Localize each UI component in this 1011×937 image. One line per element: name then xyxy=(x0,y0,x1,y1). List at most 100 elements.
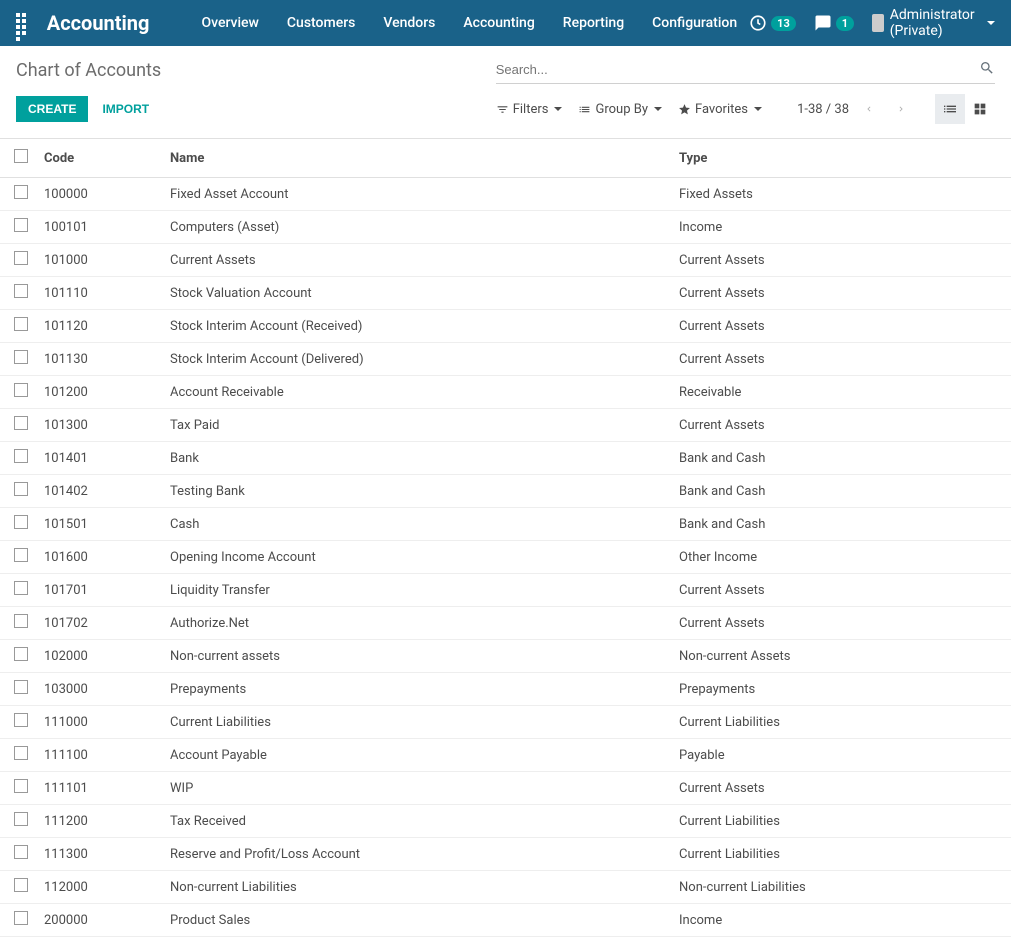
nav-reporting[interactable]: Reporting xyxy=(551,9,636,37)
cell-type: Current Assets xyxy=(671,244,1011,277)
nav-right: 13 1 Administrator (Private) xyxy=(749,7,995,39)
cell-code: 101600 xyxy=(36,541,162,574)
cell-code: 101300 xyxy=(36,409,162,442)
table-row[interactable]: 101200Account ReceivableReceivable xyxy=(0,376,1011,409)
user-menu[interactable]: Administrator (Private) xyxy=(872,7,995,39)
table-row[interactable]: 200000Product SalesIncome xyxy=(0,904,1011,937)
cell-name: Liquidity Transfer xyxy=(162,574,671,607)
row-checkbox[interactable] xyxy=(14,383,28,397)
search-input[interactable] xyxy=(496,56,995,83)
chevron-down-icon xyxy=(754,107,762,111)
nav-customers[interactable]: Customers xyxy=(275,9,367,37)
avatar xyxy=(872,14,884,32)
row-checkbox[interactable] xyxy=(14,812,28,826)
pager-next[interactable] xyxy=(889,97,913,121)
view-list-button[interactable] xyxy=(935,94,965,124)
row-checkbox[interactable] xyxy=(14,878,28,892)
row-checkbox[interactable] xyxy=(14,548,28,562)
table-row[interactable]: 111000Current LiabilitiesCurrent Liabili… xyxy=(0,706,1011,739)
table-row[interactable]: 101120Stock Interim Account (Received)Cu… xyxy=(0,310,1011,343)
import-button[interactable]: IMPORT xyxy=(98,96,153,122)
nav-overview[interactable]: Overview xyxy=(189,9,270,37)
cell-name: Tax Received xyxy=(162,805,671,838)
row-checkbox[interactable] xyxy=(14,779,28,793)
table-row[interactable]: 101702Authorize.NetCurrent Assets xyxy=(0,607,1011,640)
row-checkbox[interactable] xyxy=(14,284,28,298)
list-view-icon xyxy=(942,101,958,117)
app-brand[interactable]: Accounting xyxy=(47,11,150,35)
cell-name: Current Assets xyxy=(162,244,671,277)
cell-code: 112000 xyxy=(36,871,162,904)
select-all-checkbox[interactable] xyxy=(14,149,28,163)
favorites-button[interactable]: Favorites xyxy=(678,102,762,117)
table-row[interactable]: 111100Account PayablePayable xyxy=(0,739,1011,772)
cell-name: Fixed Asset Account xyxy=(162,178,671,211)
cell-name: Account Receivable xyxy=(162,376,671,409)
row-checkbox[interactable] xyxy=(14,416,28,430)
row-checkbox[interactable] xyxy=(14,845,28,859)
cell-type: Current Liabilities xyxy=(671,706,1011,739)
header-name[interactable]: Name xyxy=(162,139,671,178)
view-kanban-button[interactable] xyxy=(965,94,995,124)
row-checkbox[interactable] xyxy=(14,218,28,232)
row-checkbox[interactable] xyxy=(14,581,28,595)
table-row[interactable]: 101130Stock Interim Account (Delivered)C… xyxy=(0,343,1011,376)
cell-code: 101501 xyxy=(36,508,162,541)
cell-type: Current Assets xyxy=(671,607,1011,640)
table-row[interactable]: 101401BankBank and Cash xyxy=(0,442,1011,475)
create-button[interactable]: CREATE xyxy=(16,96,88,122)
row-checkbox[interactable] xyxy=(14,251,28,265)
table-row[interactable]: 102000Non-current assetsNon-current Asse… xyxy=(0,640,1011,673)
cell-name: Reserve and Profit/Loss Account xyxy=(162,838,671,871)
table-row[interactable]: 100000Fixed Asset AccountFixed Assets xyxy=(0,178,1011,211)
pager-text[interactable]: 1-38 / 38 xyxy=(797,102,849,117)
nav-configuration[interactable]: Configuration xyxy=(640,9,749,37)
table-row[interactable]: 101600Opening Income AccountOther Income xyxy=(0,541,1011,574)
cell-name: Product Sales xyxy=(162,904,671,937)
cell-type: Current Assets xyxy=(671,574,1011,607)
filters-label: Filters xyxy=(513,102,549,117)
cell-type: Current Assets xyxy=(671,343,1011,376)
table-row[interactable]: 101701Liquidity TransferCurrent Assets xyxy=(0,574,1011,607)
table-row[interactable]: 111300Reserve and Profit/Loss AccountCur… xyxy=(0,838,1011,871)
row-checkbox[interactable] xyxy=(14,614,28,628)
table-row[interactable]: 101110Stock Valuation AccountCurrent Ass… xyxy=(0,277,1011,310)
navbar: Accounting Overview Customers Vendors Ac… xyxy=(0,0,1011,46)
table-row[interactable]: 101300Tax PaidCurrent Assets xyxy=(0,409,1011,442)
table-row[interactable]: 112000Non-current LiabilitiesNon-current… xyxy=(0,871,1011,904)
filters-button[interactable]: Filters xyxy=(496,102,563,117)
nav-vendors[interactable]: Vendors xyxy=(371,9,447,37)
row-checkbox[interactable] xyxy=(14,449,28,463)
table-row[interactable]: 101501CashBank and Cash xyxy=(0,508,1011,541)
row-checkbox[interactable] xyxy=(14,713,28,727)
cell-code: 111200 xyxy=(36,805,162,838)
pager-prev[interactable] xyxy=(857,97,881,121)
table-row[interactable]: 111101WIPCurrent Assets xyxy=(0,772,1011,805)
nav-accounting[interactable]: Accounting xyxy=(451,9,546,37)
table-row[interactable]: 100101Computers (Asset)Income xyxy=(0,211,1011,244)
groupby-button[interactable]: Group By xyxy=(578,102,662,117)
cell-name: Computers (Asset) xyxy=(162,211,671,244)
activities-icon[interactable]: 13 xyxy=(749,14,796,32)
header-code[interactable]: Code xyxy=(36,139,162,178)
header-type[interactable]: Type xyxy=(671,139,1011,178)
row-checkbox[interactable] xyxy=(14,647,28,661)
row-checkbox[interactable] xyxy=(14,185,28,199)
row-checkbox[interactable] xyxy=(14,350,28,364)
discuss-icon[interactable]: 1 xyxy=(814,14,854,32)
row-checkbox[interactable] xyxy=(14,911,28,925)
row-checkbox[interactable] xyxy=(14,746,28,760)
table-row[interactable]: 103000PrepaymentsPrepayments xyxy=(0,673,1011,706)
cell-type: Current Assets xyxy=(671,310,1011,343)
row-checkbox[interactable] xyxy=(14,515,28,529)
table-row[interactable]: 101000Current AssetsCurrent Assets xyxy=(0,244,1011,277)
table-row[interactable]: 111200Tax ReceivedCurrent Liabilities xyxy=(0,805,1011,838)
row-checkbox[interactable] xyxy=(14,482,28,496)
row-checkbox[interactable] xyxy=(14,680,28,694)
discuss-count: 1 xyxy=(836,16,854,31)
row-checkbox[interactable] xyxy=(14,317,28,331)
search-icon[interactable] xyxy=(979,60,995,76)
cell-code: 101000 xyxy=(36,244,162,277)
apps-icon[interactable] xyxy=(16,13,27,33)
table-row[interactable]: 101402Testing BankBank and Cash xyxy=(0,475,1011,508)
